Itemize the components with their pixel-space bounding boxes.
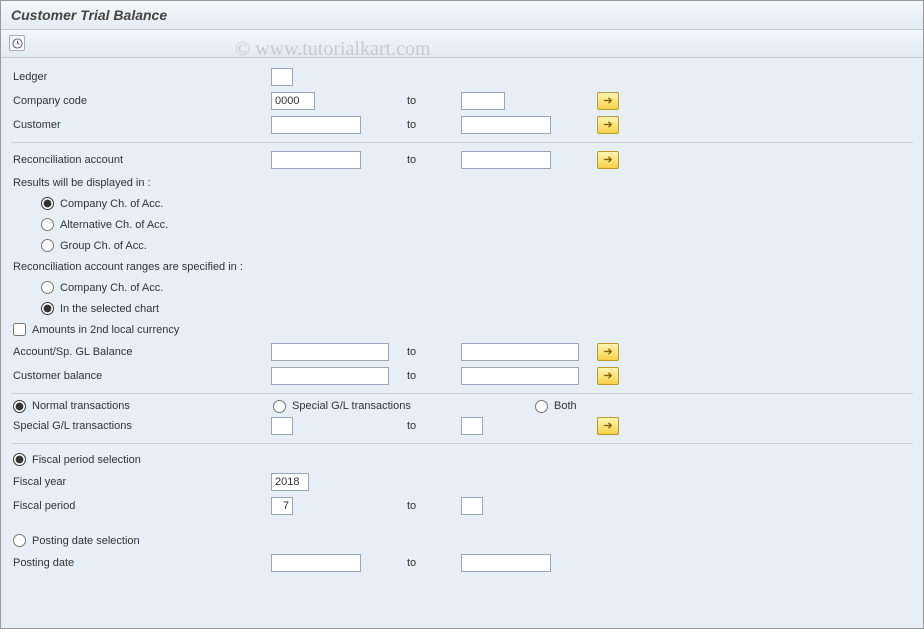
pdate-from-input[interactable]: [271, 554, 361, 572]
custbal-to-label: to: [401, 370, 461, 382]
normal-tx-label: Normal transactions: [32, 400, 130, 412]
results-group-radio[interactable]: [41, 239, 54, 252]
amounts-label: Amounts in 2nd local currency: [32, 324, 179, 336]
customer-multiselect-button[interactable]: [597, 116, 619, 134]
separator: [11, 393, 913, 394]
toolbar: [1, 30, 923, 58]
acct-to-label: to: [401, 346, 461, 358]
form-area: Ledger Company code to Customer to Recon…: [1, 58, 923, 580]
company-to-input[interactable]: [461, 92, 505, 110]
acct-from-input[interactable]: [271, 343, 389, 361]
company-label: Company code: [11, 95, 271, 107]
results-company-label: Company Ch. of Acc.: [60, 198, 163, 210]
amounts-checkbox[interactable]: [13, 323, 26, 336]
custbal-from-input[interactable]: [271, 367, 389, 385]
fperiod-from-input[interactable]: [271, 497, 293, 515]
normal-tx-radio[interactable]: [13, 400, 26, 413]
ranges-header: Reconciliation account ranges are specif…: [11, 261, 411, 273]
recon-to-label: to: [401, 154, 461, 166]
recon-multiselect-button[interactable]: [597, 151, 619, 169]
fperiod-label: Fiscal period: [11, 500, 271, 512]
ranges-company-label: Company Ch. of Acc.: [60, 282, 163, 294]
custbal-label: Customer balance: [11, 370, 271, 382]
custbal-multiselect-button[interactable]: [597, 367, 619, 385]
customer-label: Customer: [11, 119, 271, 131]
posting-sel-radio[interactable]: [13, 534, 26, 547]
custbal-to-input[interactable]: [461, 367, 579, 385]
acct-to-input[interactable]: [461, 343, 579, 361]
acct-multiselect-button[interactable]: [597, 343, 619, 361]
results-alt-label: Alternative Ch. of Acc.: [60, 219, 168, 231]
fyear-input[interactable]: [271, 473, 309, 491]
special-multiselect-button[interactable]: [597, 417, 619, 435]
posting-sel-label: Posting date selection: [32, 535, 140, 547]
separator: [11, 443, 913, 444]
fiscal-sel-radio[interactable]: [13, 453, 26, 466]
ranges-company-radio[interactable]: [41, 281, 54, 294]
company-from-input[interactable]: [271, 92, 315, 110]
special-to-label: to: [401, 420, 461, 432]
customer-to-label: to: [401, 119, 461, 131]
execute-icon[interactable]: [9, 35, 25, 51]
results-alt-radio[interactable]: [41, 218, 54, 231]
both-tx-label: Both: [554, 400, 577, 412]
fiscal-sel-label: Fiscal period selection: [32, 454, 141, 466]
acct-label: Account/Sp. GL Balance: [11, 346, 271, 358]
fyear-label: Fiscal year: [11, 476, 271, 488]
results-group-label: Group Ch. of Acc.: [60, 240, 147, 252]
special-label: Special G/L transactions: [11, 420, 271, 432]
results-header: Results will be displayed in :: [11, 177, 271, 189]
fperiod-to-input[interactable]: [461, 497, 483, 515]
ranges-selected-label: In the selected chart: [60, 303, 159, 315]
ledger-label: Ledger: [11, 71, 271, 83]
both-tx-radio[interactable]: [535, 400, 548, 413]
special-tx-label: Special G/L transactions: [292, 400, 411, 412]
title-bar: Customer Trial Balance: [1, 1, 923, 30]
special-tx-radio[interactable]: [273, 400, 286, 413]
page-title: Customer Trial Balance: [11, 7, 913, 23]
special-from-input[interactable]: [271, 417, 293, 435]
results-company-radio[interactable]: [41, 197, 54, 210]
recon-label: Reconciliation account: [11, 154, 271, 166]
recon-from-input[interactable]: [271, 151, 361, 169]
ranges-selected-radio[interactable]: [41, 302, 54, 315]
pdate-to-input[interactable]: [461, 554, 551, 572]
fperiod-to-label: to: [401, 500, 461, 512]
recon-to-input[interactable]: [461, 151, 551, 169]
customer-from-input[interactable]: [271, 116, 361, 134]
separator: [11, 142, 913, 143]
pdate-label: Posting date: [11, 557, 271, 569]
ledger-input[interactable]: [271, 68, 293, 86]
company-multiselect-button[interactable]: [597, 92, 619, 110]
company-to-label: to: [401, 95, 461, 107]
customer-to-input[interactable]: [461, 116, 551, 134]
special-to-input[interactable]: [461, 417, 483, 435]
pdate-to-label: to: [401, 557, 461, 569]
